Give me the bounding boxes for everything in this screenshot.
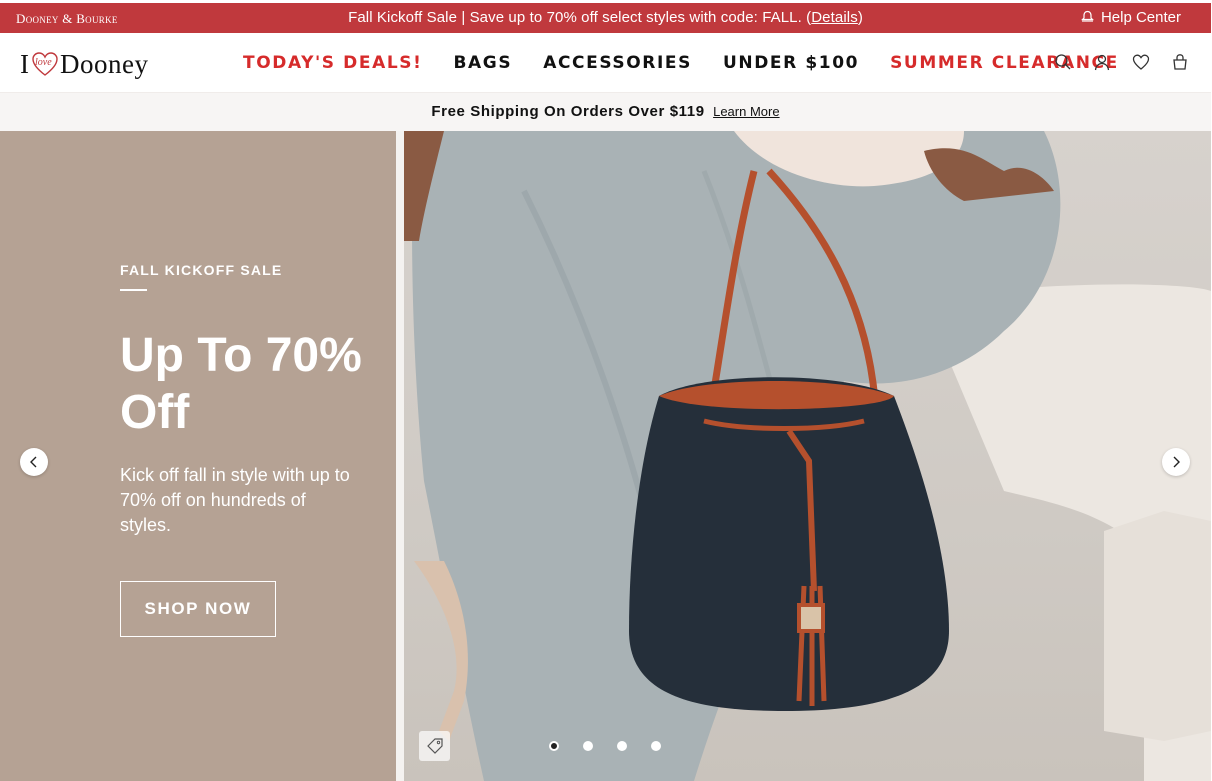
hero-product-image[interactable] bbox=[404, 131, 1211, 781]
shop-the-look-button[interactable] bbox=[419, 731, 450, 761]
account-icon[interactable] bbox=[1093, 53, 1111, 71]
help-center-label: Help Center bbox=[1100, 9, 1181, 26]
nav-under-100[interactable]: UNDER $100 bbox=[723, 53, 859, 73]
bell-icon bbox=[1081, 9, 1094, 26]
hero-headline: Up To 70% Off bbox=[120, 329, 362, 439]
main-nav: TODAY'S DEALS! BAGS ACCESSORIES UNDER $1… bbox=[243, 53, 1150, 73]
nav-bags[interactable]: BAGS bbox=[453, 53, 512, 73]
hero-carousel: FALL KICKOFF SALE Up To 70% Off Kick off… bbox=[0, 131, 1211, 781]
hero-subcopy: Kick off fall in style with up to 70% of… bbox=[120, 465, 350, 535]
carousel-next-button[interactable] bbox=[1162, 448, 1190, 476]
hero-text-panel: FALL KICKOFF SALE Up To 70% Off Kick off… bbox=[0, 131, 396, 781]
promo-details-link[interactable]: Details bbox=[811, 9, 858, 26]
promo-text: Fall Kickoff Sale | Save up to 70% off s… bbox=[348, 9, 812, 26]
carousel-dot-1[interactable] bbox=[549, 741, 559, 751]
learn-more-link[interactable]: Learn More bbox=[713, 104, 779, 119]
logo-love-word: love bbox=[35, 57, 52, 68]
shop-now-button[interactable]: SHOP NOW bbox=[120, 581, 276, 637]
carousel-dots bbox=[549, 741, 685, 751]
carousel-dot-2[interactable] bbox=[583, 741, 593, 751]
chevron-right-icon bbox=[1173, 456, 1180, 468]
chevron-left-icon bbox=[30, 456, 37, 468]
hero-divider bbox=[396, 131, 404, 781]
carousel-dot-4[interactable] bbox=[651, 741, 661, 751]
help-center-link[interactable]: Help Center bbox=[1081, 9, 1181, 26]
nav-todays-deals[interactable]: TODAY'S DEALS! bbox=[243, 53, 422, 73]
promo-bar: Dooney & Bourke Fall Kickoff Sale | Save… bbox=[0, 3, 1211, 33]
heart-icon: love bbox=[31, 51, 59, 77]
bucket-bag-illustration bbox=[404, 131, 1211, 781]
shipping-banner: Free Shipping On Orders Over $119 Learn … bbox=[0, 93, 1211, 131]
logo-word: Dooney bbox=[60, 48, 149, 79]
i-love-dooney-logo[interactable]: I love Dooney bbox=[20, 49, 148, 79]
promo-message: Fall Kickoff Sale | Save up to 70% off s… bbox=[0, 9, 1211, 26]
price-tag-icon bbox=[426, 738, 443, 754]
search-icon[interactable] bbox=[1054, 53, 1072, 71]
wishlist-icon[interactable] bbox=[1132, 53, 1150, 71]
shipping-message: Free Shipping On Orders Over $119 bbox=[431, 103, 705, 120]
promo-close-paren: ) bbox=[857, 9, 863, 26]
header-icons bbox=[1054, 53, 1189, 71]
nav-accessories[interactable]: ACCESSORIES bbox=[543, 53, 692, 73]
bag-icon[interactable] bbox=[1171, 53, 1189, 71]
carousel-dot-3[interactable] bbox=[617, 741, 627, 751]
hero-eyebrow: FALL KICKOFF SALE bbox=[120, 262, 283, 278]
site-header: I love Dooney TODAY'S DEALS! BAGS ACCESS… bbox=[0, 33, 1211, 93]
logo-i: I bbox=[20, 48, 29, 79]
eyebrow-divider bbox=[120, 289, 147, 291]
carousel-prev-button[interactable] bbox=[20, 448, 48, 476]
